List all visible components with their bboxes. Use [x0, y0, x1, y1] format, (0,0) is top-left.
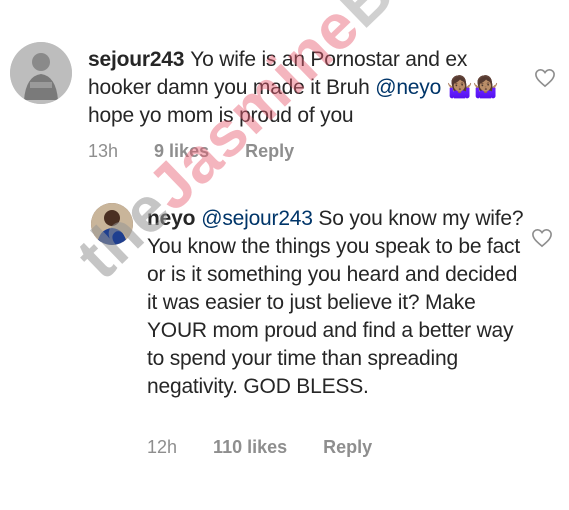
username[interactable]: neyo — [147, 207, 195, 230]
likes-count[interactable]: 110 likes — [213, 437, 287, 457]
likes-count[interactable]: 9 likes — [154, 141, 209, 161]
profile-photo-icon — [10, 42, 72, 104]
timestamp: 13h — [88, 141, 119, 161]
reply-button[interactable]: Reply — [323, 437, 372, 457]
comment-text: neyo @sejour243 So you know my wife? You … — [147, 205, 527, 401]
watermark-part: BRAND — [323, 0, 543, 41]
comment-meta: 12h 110 likes Reply — [147, 437, 408, 458]
avatar[interactable] — [91, 203, 133, 245]
comment-body: So you know my wife? You know the things… — [147, 207, 524, 398]
heart-icon[interactable] — [534, 68, 556, 88]
reply-button[interactable]: Reply — [245, 141, 294, 161]
mention-link[interactable]: @neyo — [375, 76, 441, 99]
timestamp: 12h — [147, 437, 178, 457]
comment-text: sejour243 Yo wife is an Pornostar and ex … — [88, 46, 528, 130]
username[interactable]: sejour243 — [88, 48, 184, 71]
mention-link[interactable]: @sejour243 — [201, 207, 313, 230]
profile-photo-icon — [91, 203, 133, 245]
comment-meta: 13h 9 likes Reply — [88, 141, 330, 162]
heart-icon[interactable] — [531, 228, 553, 248]
avatar[interactable] — [10, 42, 72, 104]
